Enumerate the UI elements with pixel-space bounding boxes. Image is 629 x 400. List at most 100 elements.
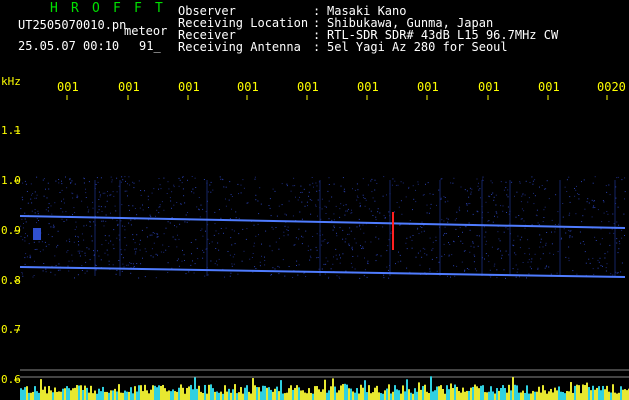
app-letter: T xyxy=(155,1,163,16)
noise-dot xyxy=(426,254,428,256)
noise-dot xyxy=(444,201,446,203)
noise-dot xyxy=(210,191,212,193)
noise-dot xyxy=(605,270,607,272)
noise-dot xyxy=(483,226,485,228)
noise-dot xyxy=(32,193,34,195)
noise-dot xyxy=(31,194,32,196)
noise-dot xyxy=(513,245,515,247)
noise-dot xyxy=(360,228,362,230)
noise-dot xyxy=(342,253,344,255)
noise-dot xyxy=(84,272,86,274)
noise-dot xyxy=(359,206,361,208)
noise-dot xyxy=(31,210,33,212)
noise-dot xyxy=(496,212,498,214)
noise-dot xyxy=(118,260,120,261)
noise-dot xyxy=(583,179,585,181)
signal-bar xyxy=(562,392,564,400)
noise-dot xyxy=(204,275,206,277)
noise-dot xyxy=(84,255,86,257)
noise-dot xyxy=(497,248,499,250)
signal-bar xyxy=(276,386,278,400)
noise-dot xyxy=(495,194,497,196)
noise-dot xyxy=(81,270,83,271)
noise-dot xyxy=(505,277,506,279)
noise-dot xyxy=(459,227,461,229)
noise-dot xyxy=(500,250,501,252)
noise-dot xyxy=(102,192,104,194)
noise-dot xyxy=(294,244,296,246)
noise-dot xyxy=(48,203,50,205)
noise-dot xyxy=(198,197,200,198)
noise-dot xyxy=(246,202,248,204)
signal-bar xyxy=(398,390,400,400)
noise-dot xyxy=(543,217,545,218)
noise-dot xyxy=(152,256,154,258)
noise-dot xyxy=(230,272,232,274)
noise-dot xyxy=(21,273,23,275)
noise-dot xyxy=(546,265,547,267)
noise-dot xyxy=(579,231,581,233)
noise-dot xyxy=(327,190,329,192)
noise-dot xyxy=(192,260,193,262)
noise-dot xyxy=(482,178,484,180)
signal-bar xyxy=(344,383,346,400)
noise-dot xyxy=(257,223,259,225)
noise-dot xyxy=(618,224,620,226)
noise-dot xyxy=(101,220,103,222)
noise-dot xyxy=(441,255,443,257)
noise-dot xyxy=(455,218,457,220)
noise-dot xyxy=(466,203,467,205)
noise-dot xyxy=(328,276,330,278)
noise-dot xyxy=(619,243,621,245)
noise-dot xyxy=(140,194,142,196)
noise-dot xyxy=(36,176,38,178)
noise-dot xyxy=(345,204,347,206)
noise-dot xyxy=(606,263,608,265)
noise-dot xyxy=(384,217,386,218)
noise-dot xyxy=(514,252,516,254)
noise-dot xyxy=(477,245,479,247)
noise-dot xyxy=(72,197,74,199)
noise-dot xyxy=(171,207,172,209)
noise-dot xyxy=(301,191,303,193)
noise-dot xyxy=(316,190,318,192)
noise-dot xyxy=(356,195,358,197)
noise-dot xyxy=(139,243,141,245)
noise-dot xyxy=(444,233,446,235)
noise-dot xyxy=(610,273,612,275)
noise-dot xyxy=(606,211,608,212)
signal-bar xyxy=(240,387,242,400)
signal-bar xyxy=(304,392,306,400)
noise-dot xyxy=(608,184,610,186)
noise-dot xyxy=(517,268,519,270)
noise-dot xyxy=(278,237,280,239)
noise-dot xyxy=(598,261,600,263)
noise-dot xyxy=(507,196,509,198)
noise-dot xyxy=(108,235,110,237)
noise-dot xyxy=(278,205,280,207)
noise-dot xyxy=(424,248,426,250)
noise-dot xyxy=(550,273,552,275)
noise-dot xyxy=(104,252,106,254)
noise-dot xyxy=(136,263,138,264)
signal-bar xyxy=(318,389,320,400)
noise-dot xyxy=(78,244,80,246)
antenna-value: 5el Yagi Az 280 for Seoul xyxy=(327,40,508,54)
noise-dot xyxy=(116,191,118,193)
noise-dot xyxy=(278,273,280,275)
signal-bar xyxy=(458,391,460,400)
noise-dot xyxy=(154,232,156,234)
noise-dot xyxy=(133,187,135,189)
noise-dot xyxy=(565,256,567,258)
noise-dot xyxy=(383,215,385,217)
noise-dot xyxy=(520,218,522,220)
noise-dot xyxy=(524,194,526,196)
noise-dot xyxy=(185,214,187,216)
noise-dot xyxy=(493,199,495,201)
noise-dot xyxy=(310,257,312,259)
noise-dot xyxy=(41,241,43,243)
noise-dot xyxy=(449,244,451,245)
noise-dot xyxy=(388,211,390,213)
noise-dot xyxy=(345,210,347,212)
noise-dot xyxy=(24,257,26,259)
